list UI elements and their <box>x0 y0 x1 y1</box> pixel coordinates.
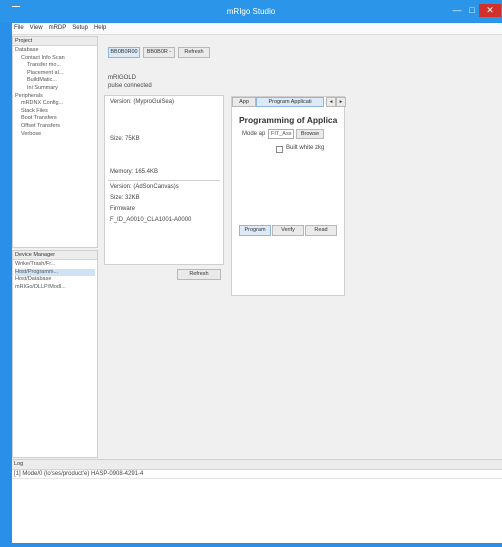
browse-button[interactable]: Browse <box>296 129 324 139</box>
list-item[interactable]: Wrike/Trash/Fr... <box>15 261 95 269</box>
project-panel-header: Project <box>13 37 97 46</box>
tree-item[interactable]: Contact Info Scan <box>15 55 95 63</box>
tab-scroll-left[interactable]: ◂ <box>326 97 336 107</box>
program-button[interactable]: Program <box>239 225 271 236</box>
mode-input[interactable]: FIT_Ass <box>268 129 294 139</box>
mode-label: Mode ap <box>242 131 266 137</box>
title-bar[interactable]: mRIgo Studio — □ ✕ <box>0 0 502 22</box>
log-header: Log <box>12 460 502 470</box>
tree-item[interactable]: Placement al... <box>15 70 95 78</box>
list-item[interactable]: Host/Programm... <box>15 268 95 277</box>
info-line-2: pulse connected <box>108 83 152 89</box>
built-checkbox-label: Built white zkg <box>286 145 325 151</box>
list-item[interactable]: Host/Database <box>15 276 95 284</box>
size-label: Size: 75KB <box>110 136 140 142</box>
device-refresh-button[interactable]: Refresh <box>177 269 221 280</box>
details-divider <box>108 180 220 181</box>
tab-device[interactable]: BB0B0R00 <box>108 47 140 58</box>
tab-app[interactable]: App <box>232 97 256 107</box>
size2-label: Size: 32KB <box>110 195 140 201</box>
tree-item[interactable]: Transfer mo... <box>15 62 95 70</box>
info-line-1: mRIGOLD <box>108 75 137 81</box>
tree-item[interactable]: Peripherals <box>15 93 95 101</box>
app-window: mRIgo Studio — □ ✕ File View mRDP Setup … <box>0 0 502 547</box>
window-title: mRIgo Studio <box>226 7 276 16</box>
built-checkbox[interactable] <box>276 146 283 153</box>
menu-help[interactable]: Help <box>94 25 106 34</box>
project-panel: Project Database Contact Info Scan Trans… <box>12 36 98 248</box>
tree-item[interactable]: Verbose <box>15 131 95 139</box>
menu-view[interactable]: View <box>30 25 43 34</box>
tree-item[interactable]: Stack Files <box>15 108 95 116</box>
close-button[interactable]: ✕ <box>479 4 501 17</box>
tab-program-application[interactable]: Program Applicati <box>256 97 324 107</box>
client-area: File View mRDP Setup Help Project Databa… <box>12 23 502 543</box>
log-panel: Log [1] Mode/0 (lo'ses/product'e) HASP-0… <box>12 459 502 543</box>
details-panel: Version: (MyproGuiSea) Size: 75KB Memory… <box>104 95 224 265</box>
log-line: [1] Mode/0 (lo'ses/product'e) HASP-0908-… <box>12 470 502 479</box>
minimize-button[interactable]: — <box>449 4 465 17</box>
app-title: Programming of Applica <box>239 115 338 125</box>
firmware-value: F_ID_A0010_CLA1001-A0000 <box>110 217 192 223</box>
menu-setup[interactable]: Setup <box>72 25 88 34</box>
menu-mrdp[interactable]: mRDP <box>49 25 67 34</box>
tree-item[interactable]: Database <box>15 47 95 55</box>
read-button[interactable]: Read <box>305 225 337 236</box>
device-panel-header: Device Manager <box>13 251 97 260</box>
verify-button[interactable]: Verify <box>272 225 304 236</box>
tab-device-2[interactable]: BB0B0R - <box>143 47 175 58</box>
tree-item[interactable]: Boot Transfers <box>15 115 95 123</box>
project-tree: Database Contact Info Scan Transfer mo..… <box>13 46 97 139</box>
tree-item[interactable]: Ini Summary <box>15 85 95 93</box>
maximize-button[interactable]: □ <box>465 4 479 17</box>
version-label: Version: (MyproGuiSea) <box>110 99 175 105</box>
device-panel: Device Manager Wrike/Trash/Fr... Host/Pr… <box>12 250 98 458</box>
refresh-button[interactable]: Refresh <box>178 47 210 58</box>
tree-item[interactable]: mRDNX Config... <box>15 100 95 108</box>
firmware-label: Firmware <box>110 206 135 212</box>
device-list: Wrike/Trash/Fr... Host/Programm... Host/… <box>13 260 97 292</box>
menu-bar: File View mRDP Setup Help <box>12 23 502 35</box>
memory-label: Memory: 165.4KB <box>110 169 159 175</box>
tree-item[interactable]: BuildMatic... <box>15 77 95 85</box>
tab-scroll-right[interactable]: ▸ <box>336 97 346 107</box>
menu-file[interactable]: File <box>14 25 24 34</box>
tree-item[interactable]: Offset Transfers <box>15 123 95 131</box>
list-item[interactable]: mRIGo/DLLP/Modl... <box>15 284 95 292</box>
app-panel: App Program Applicati ◂ ▸ Programming of… <box>231 96 346 296</box>
version2-label: Version: (AdSonCanvas)s <box>110 184 179 190</box>
